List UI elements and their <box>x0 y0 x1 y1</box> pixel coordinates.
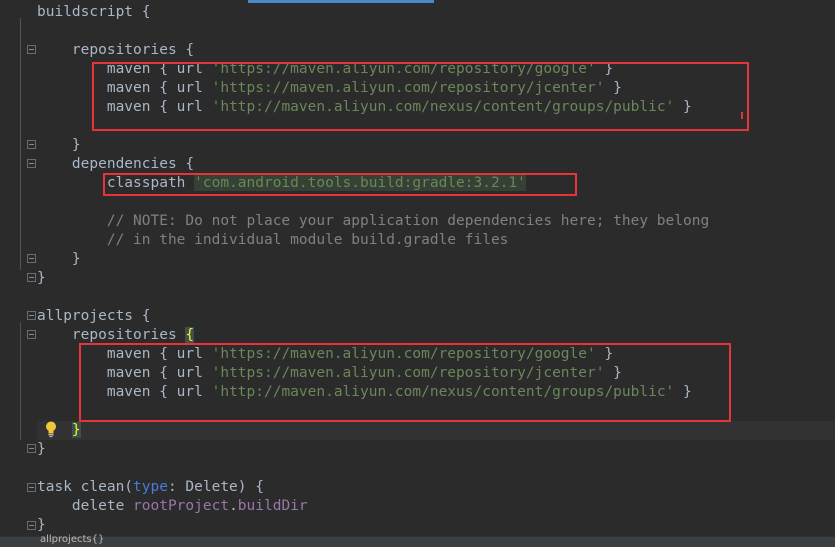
code-token: 'http://maven.aliyun.com/nexus/content/g… <box>211 99 675 115</box>
code-token: 'http://maven.aliyun.com/nexus/content/g… <box>211 384 675 400</box>
code-line[interactable] <box>37 117 835 136</box>
fold-guide <box>20 18 21 270</box>
code-token: repositories <box>37 327 186 343</box>
fold-marker-icon[interactable] <box>27 45 36 54</box>
code-token: { <box>185 327 195 343</box>
code-token: 'com.android.tools.build:gradle:3.2.1' <box>194 175 526 191</box>
annotation-mark <box>741 112 743 119</box>
code-line[interactable]: maven { url 'https://maven.aliyun.com/re… <box>37 79 835 98</box>
code-line[interactable]: } <box>37 136 835 155</box>
code-token: } <box>604 365 622 381</box>
code-token: buildDir <box>237 498 308 514</box>
code-token: } <box>37 441 46 457</box>
code-line[interactable]: // in the individual module build.gradle… <box>37 231 835 250</box>
code-token: 'https://maven.aliyun.com/repository/jce… <box>211 80 605 96</box>
code-token: classpath <box>37 175 195 191</box>
code-line[interactable]: dependencies { <box>37 155 835 174</box>
code-line[interactable]: delete rootProject.buildDir <box>37 497 835 516</box>
code-token: maven { url <box>37 61 212 77</box>
code-line[interactable]: } <box>37 421 835 440</box>
code-token: repositories { <box>37 42 195 58</box>
breadcrumb-bar[interactable]: allprojects{} <box>0 534 835 547</box>
code-line[interactable]: maven { url 'https://maven.aliyun.com/re… <box>37 60 835 79</box>
indent-guide <box>20 322 21 440</box>
code-line[interactable] <box>37 22 835 41</box>
code-token: : Delete) { <box>167 479 264 495</box>
code-token: } <box>37 251 81 267</box>
fold-marker-icon[interactable] <box>27 444 36 453</box>
code-token: maven { url <box>37 384 212 400</box>
code-token: 'https://maven.aliyun.com/repository/goo… <box>211 346 596 362</box>
code-token: . <box>229 498 238 514</box>
code-token: } <box>604 80 622 96</box>
code-token: dependencies { <box>37 156 195 172</box>
editor-gutter[interactable] <box>0 0 36 546</box>
code-line[interactable] <box>37 288 835 307</box>
code-token: task clean( <box>37 479 134 495</box>
code-token: } <box>674 384 692 400</box>
code-line[interactable]: maven { url 'https://maven.aliyun.com/re… <box>37 345 835 364</box>
code-token: delete <box>37 498 134 514</box>
fold-marker-icon[interactable] <box>27 140 36 149</box>
code-token: maven { url <box>37 365 212 381</box>
code-token: // NOTE: Do not place your application d… <box>37 213 710 229</box>
code-token: type <box>133 479 168 495</box>
code-token: } <box>71 422 81 438</box>
fold-marker-icon[interactable] <box>27 273 36 282</box>
code-token: // in the individual module build.gradle… <box>37 232 509 248</box>
code-line[interactable]: } <box>37 250 835 269</box>
code-token: } <box>37 517 46 533</box>
code-line[interactable]: task clean(type: Delete) { <box>37 478 835 497</box>
code-line[interactable]: maven { url 'http://maven.aliyun.com/nex… <box>37 98 835 117</box>
code-line[interactable]: // NOTE: Do not place your application d… <box>37 212 835 231</box>
code-line[interactable]: allprojects { <box>37 307 835 326</box>
code-line[interactable]: maven { url 'https://maven.aliyun.com/re… <box>37 364 835 383</box>
code-line[interactable]: buildscript { <box>37 3 835 22</box>
code-line[interactable]: } <box>37 440 835 459</box>
code-line[interactable] <box>37 193 835 212</box>
code-token: maven { url <box>37 99 212 115</box>
fold-marker-icon[interactable] <box>27 521 36 530</box>
code-line[interactable]: } <box>37 269 835 288</box>
code-line[interactable]: repositories { <box>37 41 835 60</box>
code-token: buildscript { <box>37 4 151 20</box>
code-token: } <box>37 137 81 153</box>
code-token: 'https://maven.aliyun.com/repository/jce… <box>211 365 605 381</box>
fold-marker-icon[interactable] <box>27 159 36 168</box>
code-line[interactable] <box>37 459 835 478</box>
code-token: rootProject <box>133 498 230 514</box>
code-token: } <box>595 61 614 77</box>
code-token: maven { url <box>37 346 212 362</box>
code-token: allprojects { <box>37 308 151 324</box>
fold-marker-icon[interactable] <box>27 330 36 339</box>
code-line[interactable] <box>37 402 835 421</box>
code-token: } <box>37 270 46 286</box>
lightbulb-icon[interactable] <box>44 420 58 438</box>
code-editor[interactable]: buildscript { repositories { maven { url… <box>0 0 835 547</box>
fold-marker-icon[interactable] <box>27 483 36 492</box>
code-token: } <box>595 346 614 362</box>
code-token: 'https://maven.aliyun.com/repository/goo… <box>211 61 596 77</box>
code-token: maven { url <box>37 80 212 96</box>
fold-marker-icon[interactable] <box>27 254 36 263</box>
code-token: } <box>674 99 692 115</box>
code-line[interactable]: } <box>37 516 835 535</box>
code-line[interactable]: repositories { <box>37 326 835 345</box>
code-line[interactable]: classpath 'com.android.tools.build:gradl… <box>37 174 835 193</box>
breadcrumb[interactable]: allprojects{} <box>40 534 104 546</box>
code-line[interactable]: maven { url 'http://maven.aliyun.com/nex… <box>37 383 835 402</box>
fold-marker-icon[interactable] <box>27 311 36 320</box>
